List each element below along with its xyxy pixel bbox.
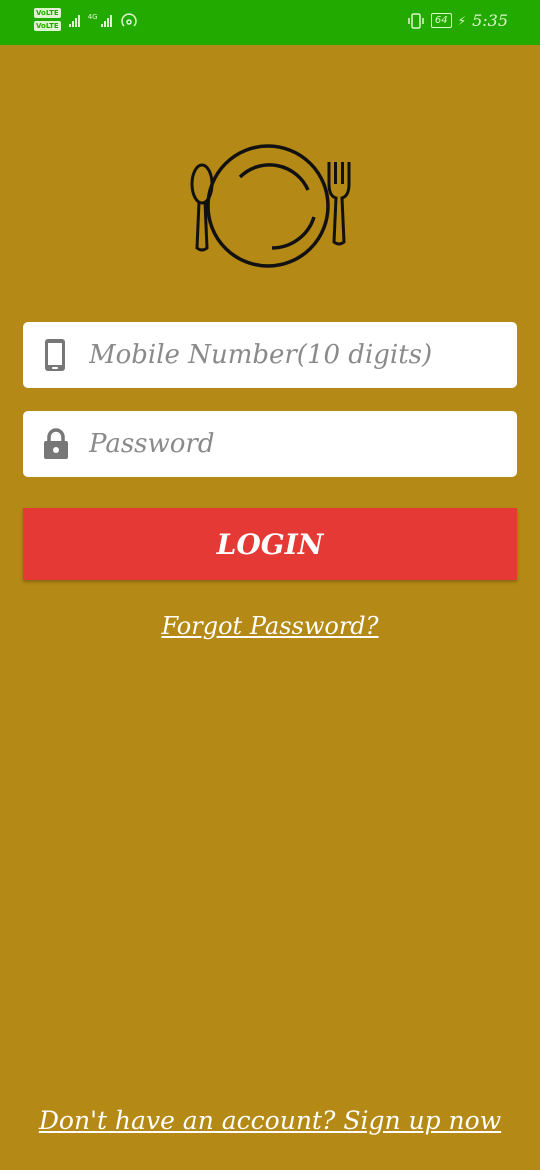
plate-fork-spoon-icon bbox=[190, 144, 351, 268]
vibrate-icon bbox=[408, 12, 424, 29]
password-input[interactable] bbox=[89, 411, 497, 477]
mobile-number-input[interactable] bbox=[89, 322, 497, 388]
status-bar-right: 64 ⚡ 5:35 bbox=[407, 11, 508, 30]
signal-icon bbox=[68, 13, 80, 27]
forgot-password-link[interactable]: Forgot Password? bbox=[0, 612, 540, 640]
volte-badge-2: VoLTE bbox=[34, 21, 61, 31]
password-field[interactable] bbox=[23, 411, 517, 477]
hotspot-icon bbox=[120, 12, 137, 27]
mobile-number-field[interactable] bbox=[23, 322, 517, 388]
phone-icon bbox=[45, 339, 65, 371]
status-bar: VoLTE VoLTE 4G 64 ⚡ 5:35 bbox=[0, 0, 540, 45]
battery-level: 64 bbox=[430, 13, 452, 28]
signup-link[interactable]: Don't have an account? Sign up now bbox=[0, 1106, 540, 1135]
lock-icon bbox=[44, 428, 68, 459]
signal-4g-icon: 4G bbox=[88, 13, 112, 27]
volte-badge-1: VoLTE bbox=[34, 8, 61, 18]
login-button[interactable]: LOGIN bbox=[23, 508, 517, 580]
clock: 5:35 bbox=[472, 11, 508, 30]
status-bar-left: VoLTE VoLTE 4G bbox=[34, 8, 138, 31]
charging-icon: ⚡ bbox=[457, 13, 467, 28]
network-type-label: 4G bbox=[87, 12, 98, 21]
volte-indicators: VoLTE VoLTE bbox=[34, 8, 61, 31]
